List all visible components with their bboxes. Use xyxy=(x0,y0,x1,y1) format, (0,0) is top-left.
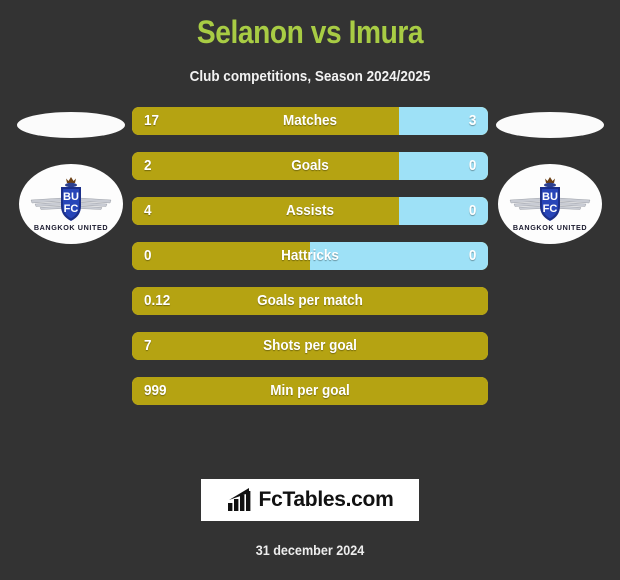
stat-label: Assists xyxy=(285,202,335,219)
svg-text:BU: BU xyxy=(63,191,79,203)
match-date: 31 december 2024 xyxy=(255,542,365,558)
fctables-logo-text: FcTables.com xyxy=(258,488,394,511)
stat-value-right: 0 xyxy=(468,157,476,174)
player-photo-left-icon xyxy=(16,112,125,138)
bangkok-united-crest-icon: BU FC BANGKOK UNITED xyxy=(30,177,111,232)
page-title: Selanon vs Imura xyxy=(196,14,424,50)
player-right[interactable]: BU FC BANGKOK UNITED xyxy=(487,107,612,247)
club-crest-left[interactable]: BU FC BANGKOK UNITED xyxy=(18,164,123,244)
player-photo-right-icon xyxy=(495,112,604,138)
stat-row: 2 Goals 0 xyxy=(132,152,488,180)
stat-row: 17 Matches 3 xyxy=(132,107,488,135)
svg-text:BANGKOK UNITED: BANGKOK UNITED xyxy=(33,223,107,232)
stat-value-right: 0 xyxy=(468,202,476,219)
stat-value-right: 3 xyxy=(468,112,476,129)
player-left[interactable]: BU FC BANGKOK UNITED xyxy=(8,107,133,247)
stat-row: 7 Shots per goal xyxy=(132,332,488,360)
svg-text:FC: FC xyxy=(63,203,78,215)
stat-row: 0 Hattricks 0 xyxy=(132,242,488,270)
comparison-area: BU FC BANGKOK UNITED BU FC BANGKOK UNITE… xyxy=(0,107,620,417)
page-header: Selanon vs Imura Club competitions, Seas… xyxy=(0,0,620,85)
stat-label: Min per goal xyxy=(270,382,350,399)
svg-text:BANGKOK UNITED: BANGKOK UNITED xyxy=(512,223,586,232)
stat-row: 4 Assists 0 xyxy=(132,197,488,225)
stat-row: 0.12 Goals per match xyxy=(132,287,488,315)
svg-text:FC: FC xyxy=(542,203,557,215)
stat-label: Goals per match xyxy=(257,292,363,309)
fctables-logo[interactable]: FcTables.com xyxy=(201,479,419,521)
bar-chart-arrow-icon xyxy=(227,488,250,511)
stat-value-right: 0 xyxy=(468,247,476,264)
stat-label: Hattricks xyxy=(281,247,339,264)
stat-row: 999 Min per goal xyxy=(132,377,488,405)
stat-label: Matches xyxy=(282,112,338,129)
stat-label: Shots per goal xyxy=(263,337,357,354)
page-footer: FcTables.com 31 december 2024 xyxy=(0,479,620,580)
page-subtitle: Club competitions, Season 2024/2025 xyxy=(189,68,431,85)
club-crest-right[interactable]: BU FC BANGKOK UNITED xyxy=(497,164,602,244)
svg-text:BU: BU xyxy=(542,191,558,203)
bangkok-united-crest-icon: BU FC BANGKOK UNITED xyxy=(509,177,590,232)
stat-label: Goals xyxy=(291,157,329,174)
stat-rows: 17 Matches 3 2 Goals 0 4 Assists 0 0 Hattricks 0 0.1… xyxy=(132,107,488,422)
